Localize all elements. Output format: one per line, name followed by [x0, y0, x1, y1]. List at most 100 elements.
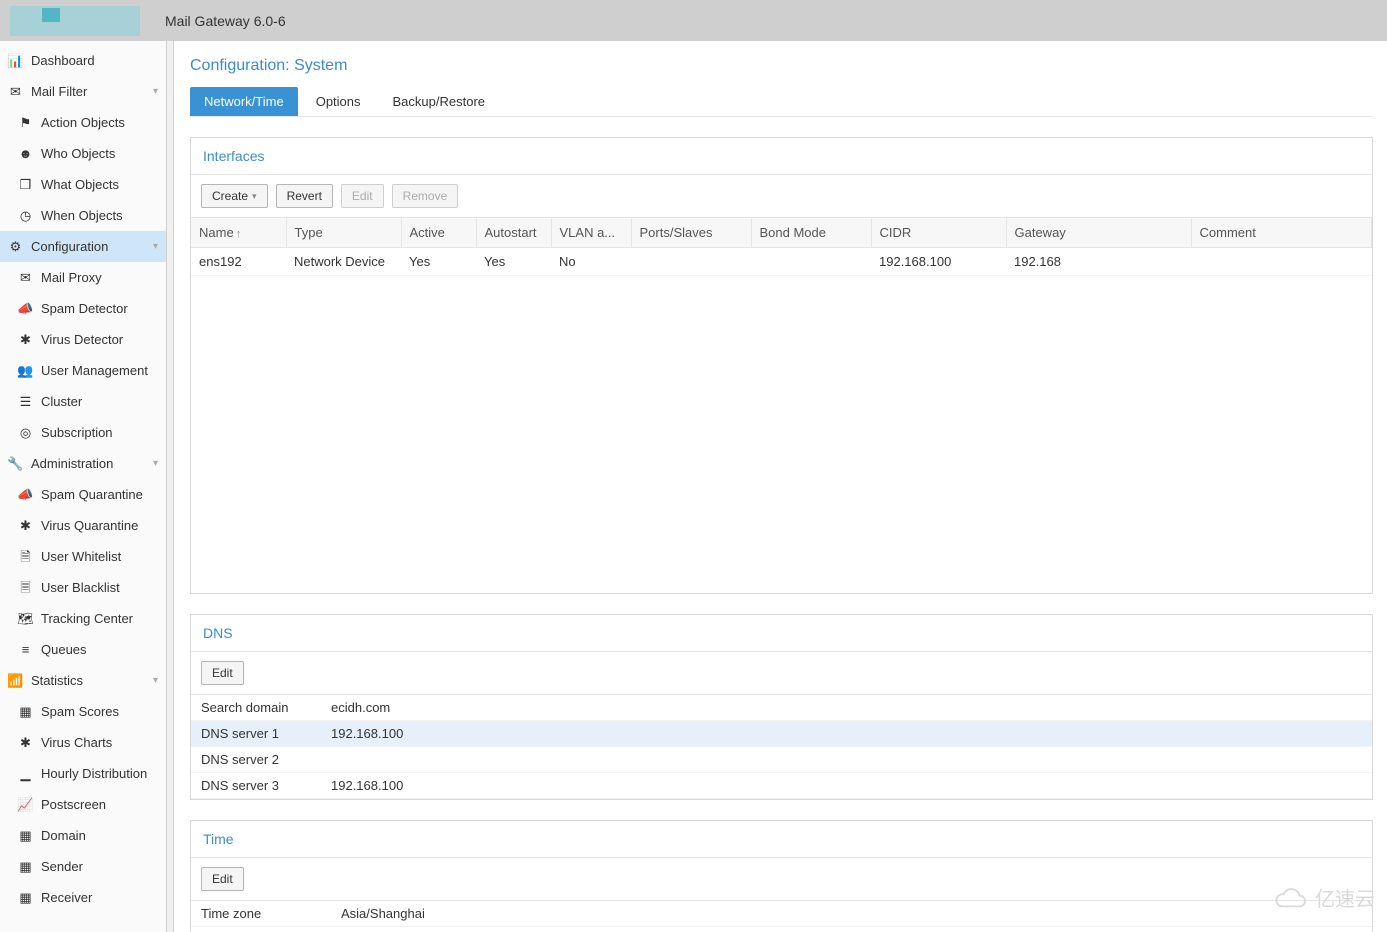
sidebar-item-virus-detector[interactable]: ✱Virus Detector — [0, 324, 166, 355]
sidebar-item-label: When Objects — [41, 207, 123, 224]
table-row[interactable]: ens192 Network Device Yes Yes No 192.168… — [191, 248, 1372, 276]
line-chart-icon: 📈 — [18, 796, 33, 813]
sidebar-item-when-objects[interactable]: ◷When Objects — [0, 200, 166, 231]
kv-label: Server time — [191, 927, 331, 932]
sidebar-item-virus-quarantine[interactable]: ✱Virus Quarantine — [0, 510, 166, 541]
title-section: System — [294, 57, 347, 74]
tabs: Network/Time Options Backup/Restore — [190, 87, 1373, 117]
sidebar-item-virus-charts[interactable]: ✱Virus Charts — [0, 727, 166, 758]
sidebar-item-label: Action Objects — [41, 114, 125, 131]
sidebar-item-label: Configuration — [31, 238, 108, 255]
sidebar-item-who-objects[interactable]: ☻Who Objects — [0, 138, 166, 169]
sidebar-item-mail-filter[interactable]: ✉Mail Filter▾ — [0, 76, 166, 107]
table-icon: ▦ — [18, 858, 33, 875]
col-gateway[interactable]: Gateway — [1006, 218, 1191, 248]
chevron-down-icon: ▾ — [153, 455, 158, 472]
sidebar-item-label: User Whitelist — [41, 548, 121, 565]
kv-row[interactable]: DNS server 2 — [191, 747, 1372, 773]
sidebar-item-spam-scores[interactable]: ▦Spam Scores — [0, 696, 166, 727]
kv-row[interactable]: DNS server 3192.168.100 — [191, 773, 1372, 799]
sidebar-item-subscription[interactable]: ◎Subscription — [0, 417, 166, 448]
cell-vlan: No — [551, 248, 631, 276]
logo — [10, 6, 140, 36]
sidebar-item-cluster[interactable]: ☰Cluster — [0, 386, 166, 417]
col-bond[interactable]: Bond Mode — [751, 218, 871, 248]
kv-label: DNS server 1 — [191, 721, 321, 747]
sidebar-item-label: Statistics — [31, 672, 83, 689]
kv-value: 192.168.100 — [321, 773, 1372, 799]
sidebar-item-label: Tracking Center — [41, 610, 133, 627]
tab-options[interactable]: Options — [302, 87, 375, 116]
flag-icon: ⚑ — [18, 114, 33, 131]
sidebar-item-administration[interactable]: 🔧Administration▾ — [0, 448, 166, 479]
kv-row[interactable]: DNS server 1192.168.100 — [191, 721, 1372, 747]
bug-icon: ✱ — [18, 331, 33, 348]
kv-row[interactable]: Server time2019-11-06 09:48:10 — [191, 927, 1372, 932]
sidebar-item-sender[interactable]: ▦Sender — [0, 851, 166, 882]
sidebar-item-user-management[interactable]: 👥User Management — [0, 355, 166, 386]
kv-value: 192.168.100 — [321, 721, 1372, 747]
create-button[interactable]: Create▾ — [201, 184, 268, 208]
tab-backup-restore[interactable]: Backup/Restore — [379, 87, 500, 116]
col-name[interactable]: Name↑ — [191, 218, 286, 248]
col-type[interactable]: Type — [286, 218, 401, 248]
sidebar-item-domain[interactable]: ▦Domain — [0, 820, 166, 851]
user-icon: ☻ — [18, 145, 33, 162]
edit-button[interactable]: Edit — [341, 184, 384, 208]
sidebar-item-label: Mail Filter — [31, 83, 87, 100]
kv-row[interactable]: Time zoneAsia/Shanghai — [191, 901, 1372, 927]
sidebar-item-hourly-distribution[interactable]: ▁Hourly Distribution — [0, 758, 166, 789]
sidebar-item-postscreen[interactable]: 📈Postscreen — [0, 789, 166, 820]
chevron-down-icon: ▾ — [252, 191, 257, 202]
bullhorn-icon: 📣 — [18, 300, 33, 317]
sidebar-item-queues[interactable]: ≡Queues — [0, 634, 166, 665]
sidebar-item-action-objects[interactable]: ⚑ Action Objects — [0, 107, 166, 138]
sidebar-item-label: Subscription — [41, 424, 113, 441]
main-region: 📊Dashboard ✉Mail Filter▾ ⚑ Action Objects… — [0, 41, 1387, 932]
sidebar-item-label: Receiver — [41, 889, 92, 906]
table-icon: ▦ — [18, 827, 33, 844]
sidebar-item-statistics[interactable]: 📶Statistics▾ — [0, 665, 166, 696]
cell-autostart: Yes — [476, 248, 551, 276]
dns-edit-button[interactable]: Edit — [201, 661, 244, 685]
sidebar-item-what-objects[interactable]: ❒What Objects — [0, 169, 166, 200]
cell-ports — [631, 248, 751, 276]
col-vlan[interactable]: VLAN a... — [551, 218, 631, 248]
kv-label: Time zone — [191, 901, 331, 927]
kv-label: DNS server 3 — [191, 773, 321, 799]
sidebar-splitter[interactable] — [167, 41, 174, 932]
time-edit-button[interactable]: Edit — [201, 867, 244, 891]
sidebar-item-configuration[interactable]: ⚙Configuration▾ — [0, 231, 166, 262]
col-ports[interactable]: Ports/Slaves — [631, 218, 751, 248]
table-icon: ▦ — [18, 889, 33, 906]
sidebar-item-mail-proxy[interactable]: ✉Mail Proxy — [0, 262, 166, 293]
kv-value: Asia/Shanghai — [331, 901, 1372, 927]
kv-row[interactable]: Search domainecidh.com — [191, 695, 1372, 721]
sidebar-item-label: Administration — [31, 455, 113, 472]
bug-icon: ✱ — [18, 734, 33, 751]
sort-asc-icon: ↑ — [236, 228, 242, 240]
cell-active: Yes — [401, 248, 476, 276]
sidebar-item-receiver[interactable]: ▦ Receiver — [0, 882, 166, 913]
cell-bond — [751, 248, 871, 276]
remove-button[interactable]: Remove — [392, 184, 459, 208]
cell-name: ens192 — [191, 248, 286, 276]
interfaces-panel: Interfaces Create▾ Revert Edit Remove Na… — [190, 137, 1373, 594]
sidebar-item-dashboard[interactable]: 📊Dashboard — [0, 45, 166, 76]
title-prefix: Configuration: — [190, 57, 294, 74]
col-autostart[interactable]: Autostart — [476, 218, 551, 248]
sidebar-item-spam-quarantine[interactable]: 📣Spam Quarantine — [0, 479, 166, 510]
content: Configuration: System Network/Time Optio… — [174, 41, 1387, 932]
col-active[interactable]: Active — [401, 218, 476, 248]
time-panel: Time Edit Time zoneAsia/Shanghai Server … — [190, 820, 1373, 932]
revert-button[interactable]: Revert — [276, 184, 333, 208]
kv-value: ecidh.com — [321, 695, 1372, 721]
time-toolbar: Edit — [191, 858, 1372, 901]
tab-network-time[interactable]: Network/Time — [190, 87, 298, 116]
col-comment[interactable]: Comment — [1191, 218, 1372, 248]
sidebar-item-user-whitelist[interactable]: 🗎User Whitelist — [0, 541, 166, 572]
sidebar-item-tracking-center[interactable]: 🗺Tracking Center — [0, 603, 166, 634]
sidebar-item-user-blacklist[interactable]: 🗏User Blacklist — [0, 572, 166, 603]
sidebar-item-spam-detector[interactable]: 📣Spam Detector — [0, 293, 166, 324]
col-cidr[interactable]: CIDR — [871, 218, 1006, 248]
